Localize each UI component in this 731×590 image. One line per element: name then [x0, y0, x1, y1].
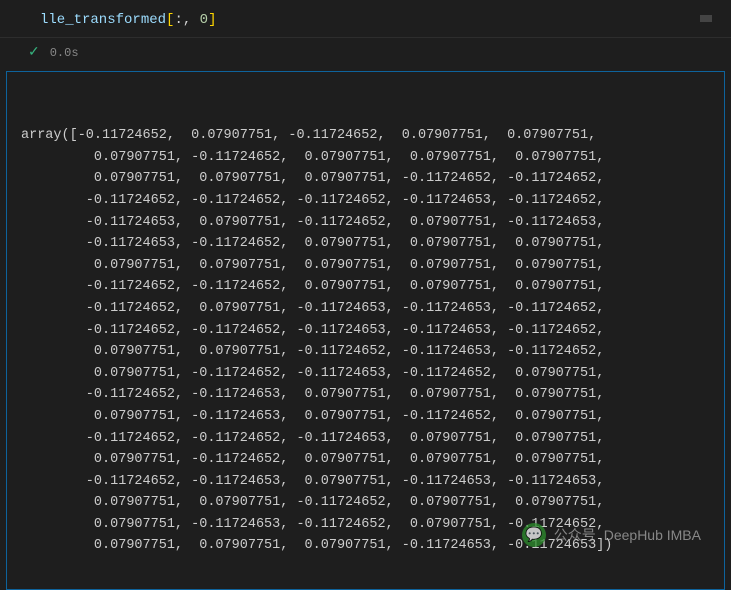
variable-name: lle_transformed: [40, 12, 166, 28]
code-line: lle_transformed[:, 0]: [40, 10, 719, 31]
code-cell-input[interactable]: lle_transformed[:, 0]: [0, 0, 731, 38]
execution-time: 0.0s: [50, 46, 79, 60]
check-icon: ✓: [28, 44, 40, 61]
bracket-close: ]: [208, 12, 216, 28]
slice-colon: :,: [174, 12, 199, 28]
cell-output[interactable]: array([-0.11724652, 0.07907751, -0.11724…: [6, 71, 725, 590]
execution-status: ✓ 0.0s: [0, 38, 731, 69]
index-literal: 0: [200, 12, 208, 28]
array-output-text: array([-0.11724652, 0.07907751, -0.11724…: [21, 125, 714, 557]
